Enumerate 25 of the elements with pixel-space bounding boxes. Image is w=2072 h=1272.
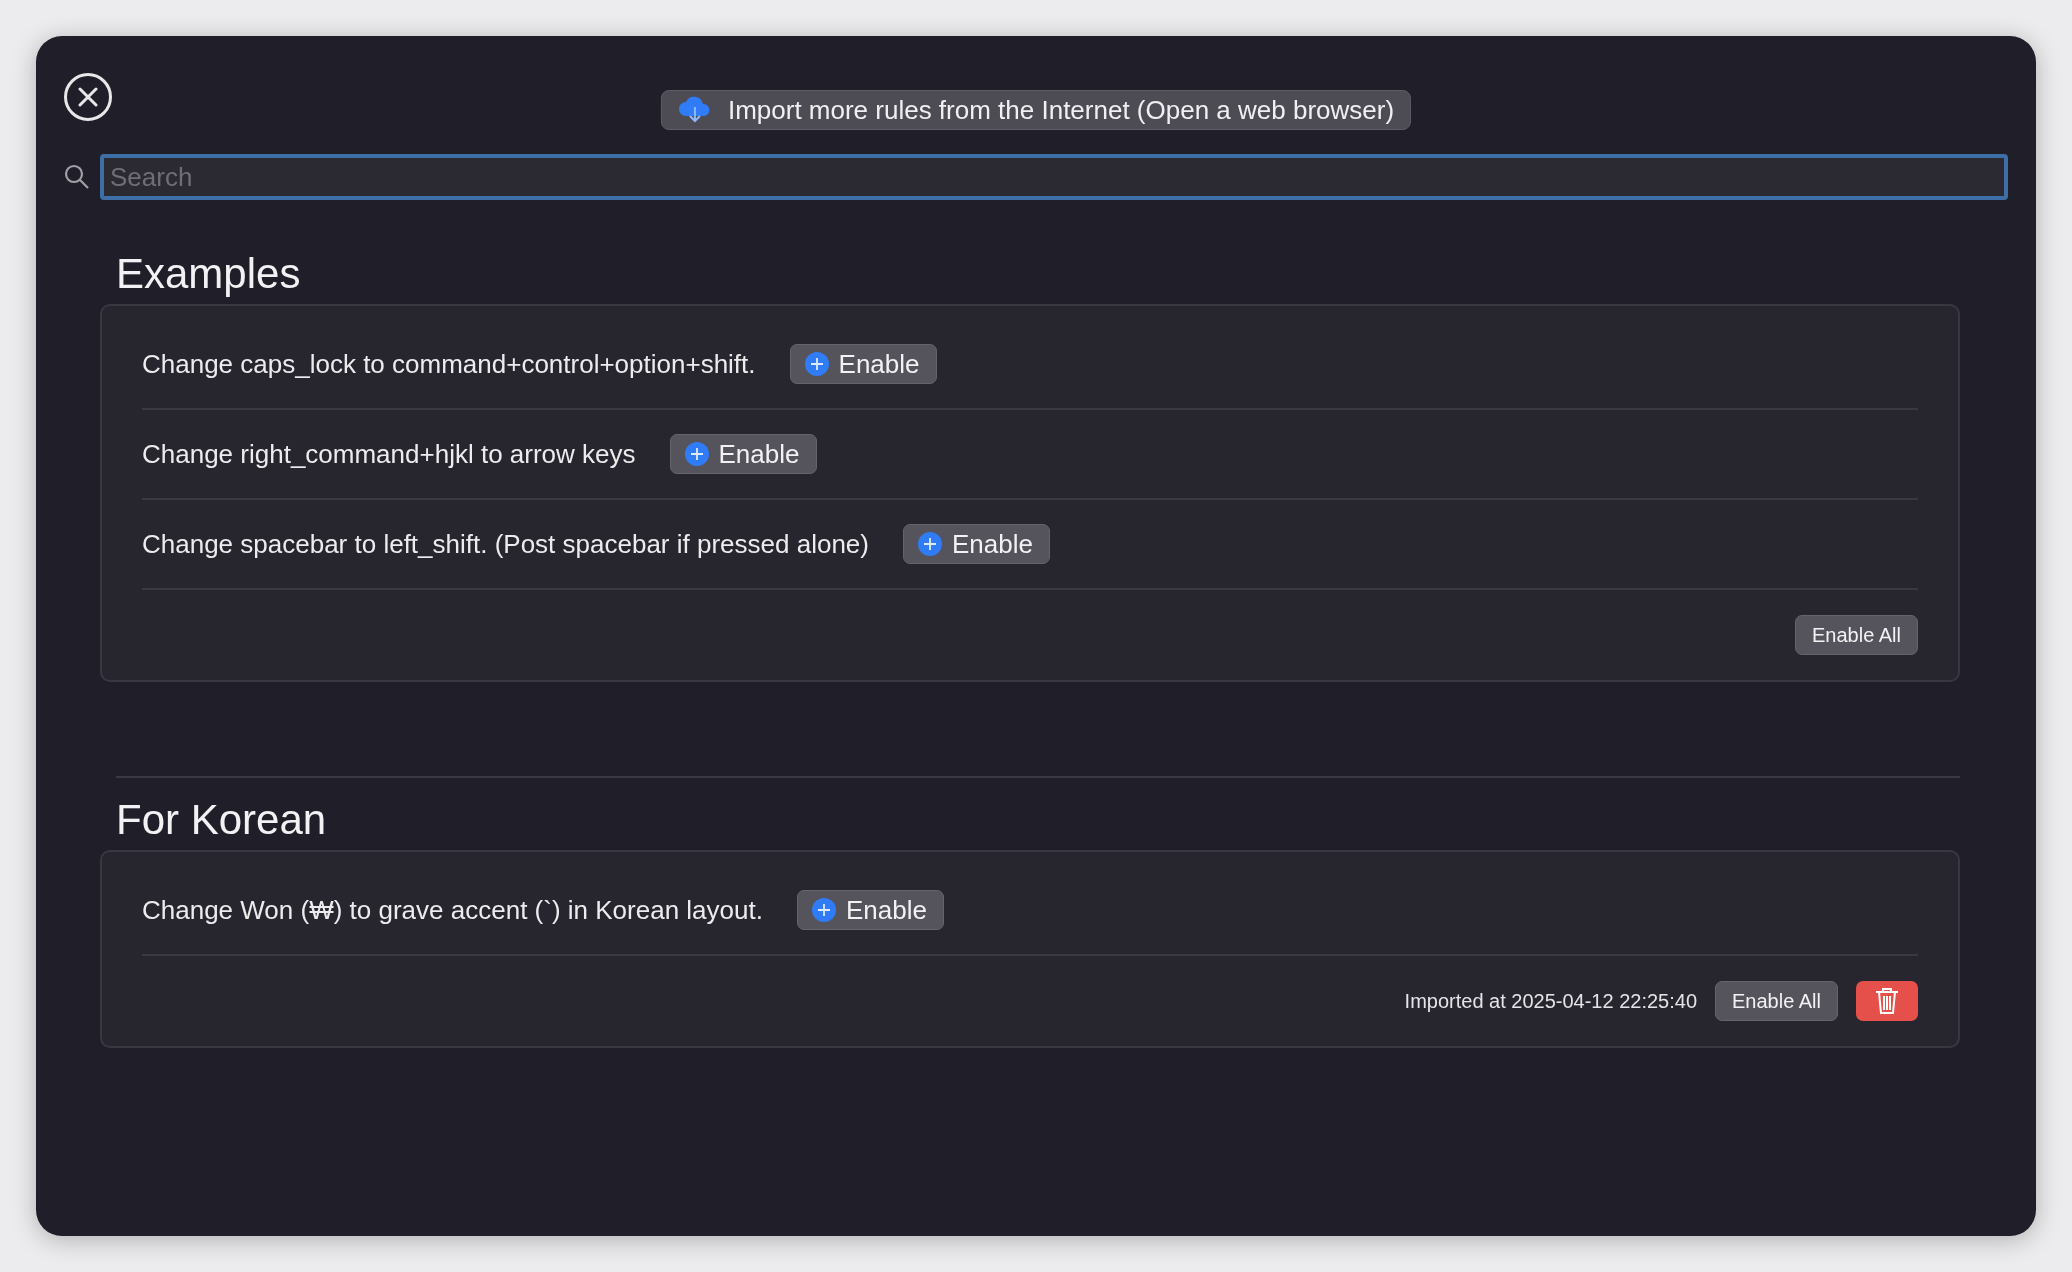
rule-description: Change Won (₩) to grave accent (`) in Korean layout. <box>142 894 763 926</box>
enable-button[interactable]: Enable <box>796 890 944 930</box>
rule-description: Change spacebar to left_shift. (Post spacebar if pressed alone) <box>142 528 869 560</box>
enable-button[interactable]: Enable <box>903 524 1050 564</box>
plus-icon <box>684 442 709 466</box>
rule-description: Change caps_lock to command+control+option+shift. <box>142 348 756 380</box>
enable-button[interactable]: Enable <box>789 344 937 384</box>
plus-icon <box>811 898 836 922</box>
delete-button[interactable] <box>1856 981 1918 1021</box>
enable-button[interactable]: Enable <box>669 434 817 474</box>
import-timestamp: Imported at 2025-04-12 22:25:40 <box>1404 989 1698 1013</box>
section-heading: Examples <box>116 250 302 298</box>
trash-icon <box>1875 987 1899 1015</box>
import-rules-button[interactable]: Import more rules from the Internet (Open a web browser) <box>660 90 1412 130</box>
enable-all-button[interactable]: Enable All <box>1795 615 1918 655</box>
section-heading: For Korean <box>116 796 328 844</box>
rule-description: Change right_command+hjkl to arrow keys <box>142 438 636 470</box>
cloud-download-icon <box>677 96 712 124</box>
plus-icon <box>918 532 942 556</box>
close-button[interactable] <box>64 73 112 121</box>
plus-icon <box>804 352 829 376</box>
search-icon <box>64 164 90 190</box>
enable-all-button[interactable]: Enable All <box>1715 981 1838 1021</box>
search-field[interactable]: Search <box>100 154 2008 200</box>
close-icon <box>78 87 98 107</box>
